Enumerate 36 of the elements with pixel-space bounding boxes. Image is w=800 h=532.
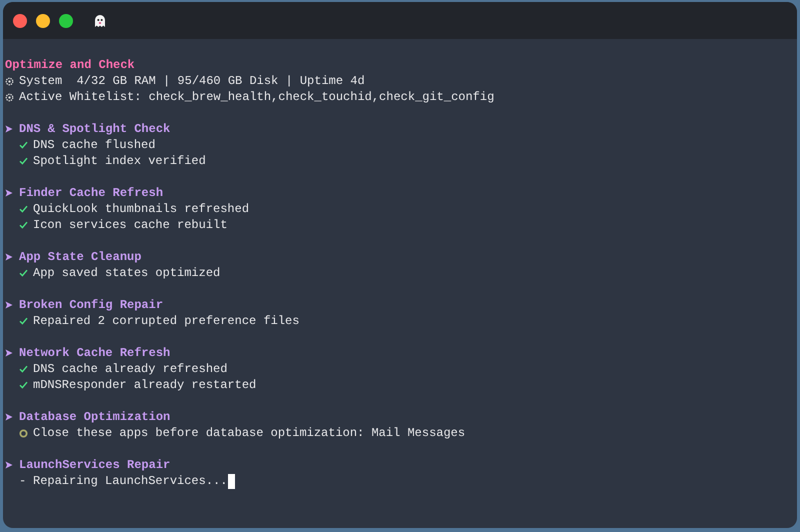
- section-heading: DNS & Spotlight Check: [19, 121, 170, 137]
- status-line: Icon services cache rebuilt: [33, 217, 228, 233]
- dash-marker: -: [19, 473, 28, 489]
- check-icon: [19, 317, 28, 325]
- status-line: App saved states optimized: [33, 265, 220, 281]
- arrow-icon: [5, 189, 13, 197]
- info-line: System 4/32 GB RAM | 95/460 GB Disk | Uptime 4d: [19, 73, 365, 89]
- arrow-icon: [5, 253, 13, 261]
- status-line: Repaired 2 corrupted preference files: [33, 313, 300, 329]
- status-line: Spotlight index verified: [33, 153, 206, 169]
- arrow-icon: [5, 349, 13, 357]
- cursor-block: [228, 474, 236, 488]
- section-heading: Finder Cache Refresh: [19, 185, 164, 201]
- terminal-title: Optimize and Check: [5, 57, 135, 73]
- arrow-icon: [5, 413, 13, 421]
- zoom-button[interactable]: [59, 14, 73, 28]
- section-heading: App State Cleanup: [19, 249, 142, 265]
- arrow-icon: [5, 461, 13, 469]
- arrow-icon: [5, 301, 13, 309]
- status-line: mDNSResponder already restarted: [33, 377, 256, 393]
- minimize-button[interactable]: [36, 14, 50, 28]
- status-line: Repairing LaunchServices...: [33, 473, 228, 489]
- warning-dot-icon: [19, 428, 28, 438]
- status-line: DNS cache already refreshed: [33, 361, 228, 377]
- status-line: Close these apps before database optimization: Mail Messages: [33, 425, 466, 441]
- status-line: QuickLook thumbnails refreshed: [33, 201, 250, 217]
- section-heading: Network Cache Refresh: [19, 345, 170, 361]
- info-line: Active Whitelist: check_brew_health,check_touchid,check_git_config: [19, 89, 494, 105]
- section-heading: Broken Config Repair: [19, 297, 164, 313]
- arrow-icon: [5, 125, 13, 133]
- ghost-icon: [92, 12, 108, 28]
- section-heading: Database Optimization: [19, 409, 170, 425]
- section-heading: LaunchServices Repair: [19, 457, 170, 473]
- status-line: DNS cache flushed: [33, 137, 156, 153]
- close-button[interactable]: [13, 14, 27, 28]
- check-icon: [19, 269, 28, 277]
